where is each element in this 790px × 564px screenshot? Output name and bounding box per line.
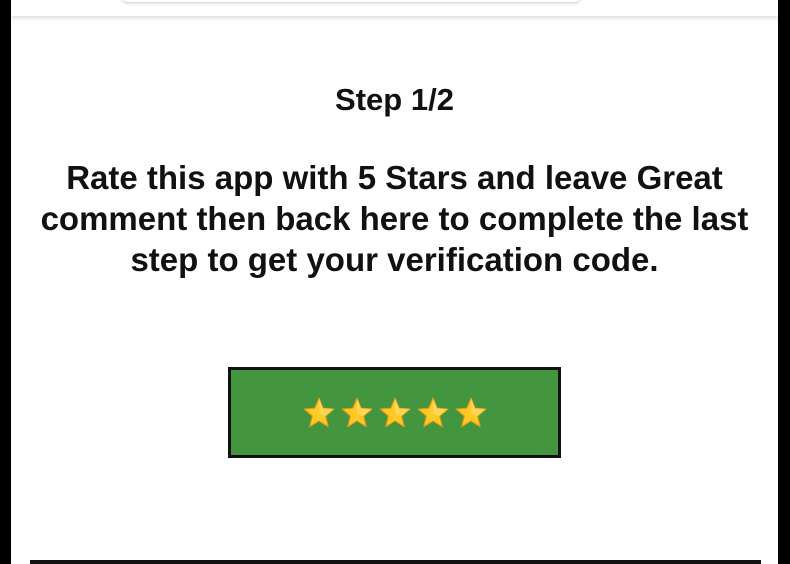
rate-five-stars-button[interactable]: [228, 367, 561, 458]
star-icon: [417, 397, 448, 427]
instructions-text: Rate this app with 5 Stars and leave Gre…: [40, 159, 749, 278]
top-pill: [121, 0, 581, 2]
step-title: Step 1/2: [335, 82, 454, 117]
five-stars: [302, 396, 488, 430]
top-bar: [11, 0, 778, 16]
app-screen: Step 1/2 Rate this app with 5 Stars and …: [11, 0, 778, 564]
bottom-divider: [30, 560, 761, 564]
star-icon: [379, 397, 410, 427]
star-icon: [303, 397, 334, 427]
star-icon: [341, 397, 372, 427]
star-icon: [455, 397, 486, 427]
